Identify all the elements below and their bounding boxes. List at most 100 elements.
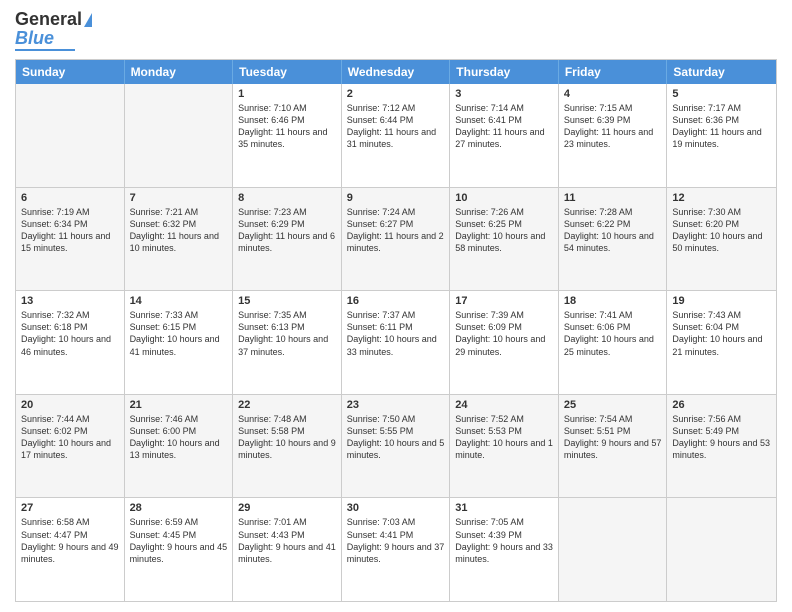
day-number: 5 bbox=[672, 88, 771, 100]
day-info: Sunrise: 7:46 AM Sunset: 6:00 PM Dayligh… bbox=[130, 413, 228, 462]
calendar-cell-6: 6 Sunrise: 7:19 AM Sunset: 6:34 PM Daylig… bbox=[16, 188, 125, 291]
day-number: 3 bbox=[455, 88, 553, 100]
calendar: SundayMondayTuesdayWednesdayThursdayFrid… bbox=[15, 59, 777, 602]
day-number: 29 bbox=[238, 502, 336, 514]
calendar-cell-22: 22 Sunrise: 7:48 AM Sunset: 5:58 PM Dayli… bbox=[233, 395, 342, 498]
calendar-cell-5: 5 Sunrise: 7:17 AM Sunset: 6:36 PM Daylig… bbox=[667, 84, 776, 187]
day-number: 27 bbox=[21, 502, 119, 514]
day-info: Sunrise: 7:19 AM Sunset: 6:34 PM Dayligh… bbox=[21, 206, 119, 255]
day-info: Sunrise: 7:35 AM Sunset: 6:13 PM Dayligh… bbox=[238, 309, 336, 358]
day-number: 20 bbox=[21, 399, 119, 411]
day-info: Sunrise: 7:28 AM Sunset: 6:22 PM Dayligh… bbox=[564, 206, 662, 255]
page: General Blue SundayMondayTuesdayWednesda… bbox=[0, 0, 792, 612]
header-day-tuesday: Tuesday bbox=[233, 60, 342, 84]
day-number: 10 bbox=[455, 192, 553, 204]
day-number: 30 bbox=[347, 502, 445, 514]
day-number: 25 bbox=[564, 399, 662, 411]
calendar-row-3: 20 Sunrise: 7:44 AM Sunset: 6:02 PM Dayli… bbox=[16, 394, 776, 498]
calendar-cell-9: 9Sunrise: 7:24 AM Sunset: 6:27 PM Daylig… bbox=[342, 188, 451, 291]
day-info: Sunrise: 7:41 AM Sunset: 6:06 PM Dayligh… bbox=[564, 309, 662, 358]
day-info: Sunrise: 7:03 AM Sunset: 4:41 PM Dayligh… bbox=[347, 516, 445, 565]
header-day-wednesday: Wednesday bbox=[342, 60, 451, 84]
day-info: Sunrise: 7:10 AM Sunset: 6:46 PM Dayligh… bbox=[238, 102, 336, 151]
day-info: Sunrise: 7:56 AM Sunset: 5:49 PM Dayligh… bbox=[672, 413, 771, 462]
calendar-cell-28: 28Sunrise: 6:59 AM Sunset: 4:45 PM Dayli… bbox=[125, 498, 234, 601]
day-number: 26 bbox=[672, 399, 771, 411]
day-number: 13 bbox=[21, 295, 119, 307]
day-info: Sunrise: 7:14 AM Sunset: 6:41 PM Dayligh… bbox=[455, 102, 553, 151]
day-info: Sunrise: 7:24 AM Sunset: 6:27 PM Dayligh… bbox=[347, 206, 445, 255]
day-info: Sunrise: 7:26 AM Sunset: 6:25 PM Dayligh… bbox=[455, 206, 553, 255]
logo: General Blue bbox=[15, 10, 92, 51]
day-number: 19 bbox=[672, 295, 771, 307]
header-day-thursday: Thursday bbox=[450, 60, 559, 84]
calendar-row-0: 1Sunrise: 7:10 AM Sunset: 6:46 PM Daylig… bbox=[16, 84, 776, 187]
calendar-row-1: 6 Sunrise: 7:19 AM Sunset: 6:34 PM Daylig… bbox=[16, 187, 776, 291]
calendar-cell-12: 12 Sunrise: 7:30 AM Sunset: 6:20 PM Dayli… bbox=[667, 188, 776, 291]
day-number: 16 bbox=[347, 295, 445, 307]
day-info: Sunrise: 7:39 AM Sunset: 6:09 PM Dayligh… bbox=[455, 309, 553, 358]
calendar-cell-empty-0-0 bbox=[16, 84, 125, 187]
day-number: 18 bbox=[564, 295, 662, 307]
calendar-cell-empty-4-5 bbox=[559, 498, 668, 601]
calendar-cell-4: 4 Sunrise: 7:15 AM Sunset: 6:39 PM Daylig… bbox=[559, 84, 668, 187]
day-info: Sunrise: 7:50 AM Sunset: 5:55 PM Dayligh… bbox=[347, 413, 445, 462]
calendar-cell-19: 19 Sunrise: 7:43 AM Sunset: 6:04 PM Dayli… bbox=[667, 291, 776, 394]
day-number: 14 bbox=[130, 295, 228, 307]
day-info: Sunrise: 7:43 AM Sunset: 6:04 PM Dayligh… bbox=[672, 309, 771, 358]
logo-underline bbox=[15, 49, 75, 51]
day-info: Sunrise: 6:59 AM Sunset: 4:45 PM Dayligh… bbox=[130, 516, 228, 565]
day-info: Sunrise: 7:01 AM Sunset: 4:43 PM Dayligh… bbox=[238, 516, 336, 565]
day-info: Sunrise: 7:33 AM Sunset: 6:15 PM Dayligh… bbox=[130, 309, 228, 358]
calendar-cell-15: 15 Sunrise: 7:35 AM Sunset: 6:13 PM Dayli… bbox=[233, 291, 342, 394]
calendar-cell-8: 8Sunrise: 7:23 AM Sunset: 6:29 PM Daylig… bbox=[233, 188, 342, 291]
calendar-cell-21: 21 Sunrise: 7:46 AM Sunset: 6:00 PM Dayli… bbox=[125, 395, 234, 498]
day-number: 11 bbox=[564, 192, 662, 204]
day-info: Sunrise: 7:15 AM Sunset: 6:39 PM Dayligh… bbox=[564, 102, 662, 151]
day-number: 15 bbox=[238, 295, 336, 307]
day-info: Sunrise: 7:37 AM Sunset: 6:11 PM Dayligh… bbox=[347, 309, 445, 358]
day-info: Sunrise: 6:58 AM Sunset: 4:47 PM Dayligh… bbox=[21, 516, 119, 565]
calendar-cell-29: 29 Sunrise: 7:01 AM Sunset: 4:43 PM Dayli… bbox=[233, 498, 342, 601]
day-number: 7 bbox=[130, 192, 228, 204]
day-number: 17 bbox=[455, 295, 553, 307]
day-number: 21 bbox=[130, 399, 228, 411]
day-info: Sunrise: 7:54 AM Sunset: 5:51 PM Dayligh… bbox=[564, 413, 662, 462]
calendar-cell-27: 27 Sunrise: 6:58 AM Sunset: 4:47 PM Dayli… bbox=[16, 498, 125, 601]
calendar-cell-10: 10 Sunrise: 7:26 AM Sunset: 6:25 PM Dayli… bbox=[450, 188, 559, 291]
day-number: 4 bbox=[564, 88, 662, 100]
calendar-header: SundayMondayTuesdayWednesdayThursdayFrid… bbox=[16, 60, 776, 84]
calendar-cell-24: 24Sunrise: 7:52 AM Sunset: 5:53 PM Dayli… bbox=[450, 395, 559, 498]
logo-text: General bbox=[15, 10, 92, 28]
header-day-friday: Friday bbox=[559, 60, 668, 84]
day-info: Sunrise: 7:30 AM Sunset: 6:20 PM Dayligh… bbox=[672, 206, 771, 255]
calendar-row-2: 13 Sunrise: 7:32 AM Sunset: 6:18 PM Dayli… bbox=[16, 290, 776, 394]
day-number: 23 bbox=[347, 399, 445, 411]
day-info: Sunrise: 7:52 AM Sunset: 5:53 PM Dayligh… bbox=[455, 413, 553, 462]
day-number: 6 bbox=[21, 192, 119, 204]
calendar-cell-13: 13 Sunrise: 7:32 AM Sunset: 6:18 PM Dayli… bbox=[16, 291, 125, 394]
logo-blue-text: Blue bbox=[15, 29, 54, 47]
day-number: 31 bbox=[455, 502, 553, 514]
day-info: Sunrise: 7:12 AM Sunset: 6:44 PM Dayligh… bbox=[347, 102, 445, 151]
calendar-body: 1Sunrise: 7:10 AM Sunset: 6:46 PM Daylig… bbox=[16, 84, 776, 601]
calendar-cell-25: 25 Sunrise: 7:54 AM Sunset: 5:51 PM Dayli… bbox=[559, 395, 668, 498]
day-number: 12 bbox=[672, 192, 771, 204]
calendar-cell-30: 30 Sunrise: 7:03 AM Sunset: 4:41 PM Dayli… bbox=[342, 498, 451, 601]
day-info: Sunrise: 7:32 AM Sunset: 6:18 PM Dayligh… bbox=[21, 309, 119, 358]
calendar-cell-2: 2Sunrise: 7:12 AM Sunset: 6:44 PM Daylig… bbox=[342, 84, 451, 187]
day-info: Sunrise: 7:17 AM Sunset: 6:36 PM Dayligh… bbox=[672, 102, 771, 151]
calendar-cell-1: 1Sunrise: 7:10 AM Sunset: 6:46 PM Daylig… bbox=[233, 84, 342, 187]
calendar-cell-7: 7Sunrise: 7:21 AM Sunset: 6:32 PM Daylig… bbox=[125, 188, 234, 291]
calendar-cell-16: 16 Sunrise: 7:37 AM Sunset: 6:11 PM Dayli… bbox=[342, 291, 451, 394]
calendar-cell-3: 3 Sunrise: 7:14 AM Sunset: 6:41 PM Daylig… bbox=[450, 84, 559, 187]
header-day-saturday: Saturday bbox=[667, 60, 776, 84]
calendar-cell-18: 18 Sunrise: 7:41 AM Sunset: 6:06 PM Dayli… bbox=[559, 291, 668, 394]
calendar-cell-empty-0-1 bbox=[125, 84, 234, 187]
calendar-row-4: 27 Sunrise: 6:58 AM Sunset: 4:47 PM Dayli… bbox=[16, 497, 776, 601]
day-info: Sunrise: 7:44 AM Sunset: 6:02 PM Dayligh… bbox=[21, 413, 119, 462]
day-number: 22 bbox=[238, 399, 336, 411]
day-number: 8 bbox=[238, 192, 336, 204]
header-day-monday: Monday bbox=[125, 60, 234, 84]
day-info: Sunrise: 7:48 AM Sunset: 5:58 PM Dayligh… bbox=[238, 413, 336, 462]
